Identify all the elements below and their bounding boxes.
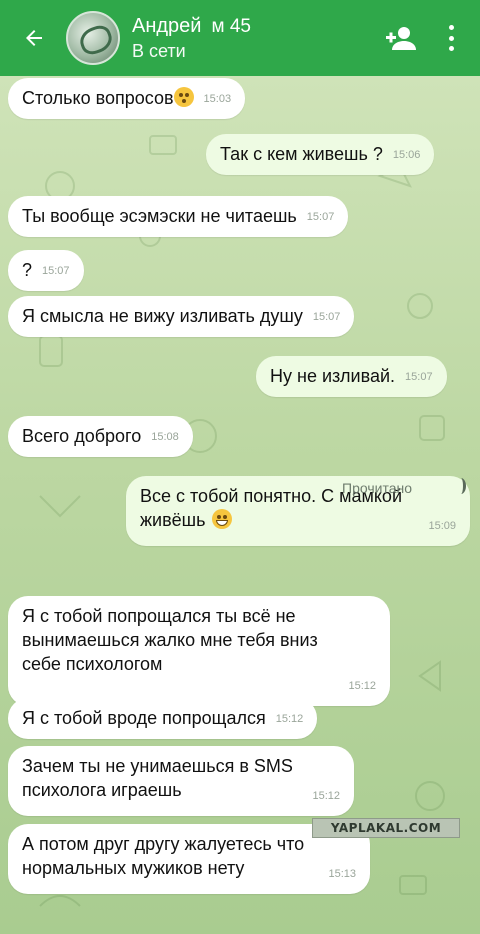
message-incoming[interactable]: Зачем ты не унимаешься в SMS психолога и…	[8, 746, 354, 816]
grinning-face-icon	[211, 509, 232, 529]
message-text: Столько вопросов	[22, 88, 174, 108]
chat-header: Андрей м 45 В сети	[0, 0, 480, 76]
message-incoming[interactable]: Ты вообще эсэмэски не читаешь 15:07	[8, 196, 349, 238]
message-incoming[interactable]: Я с тобой попрощался ты всё не вынимаешь…	[8, 596, 390, 706]
more-vert-icon[interactable]	[446, 25, 456, 51]
message-incoming[interactable]: Столько вопросов 15:03	[8, 78, 246, 120]
message-outgoing[interactable]: Ну не изливай. 15:07	[256, 356, 447, 398]
message-time: 15:09	[428, 520, 456, 532]
message-text: Ну не изливай.	[270, 366, 396, 386]
message-text: Я с тобой попрощался ты всё не вынимаешь…	[22, 606, 318, 674]
message-time: 15:12	[348, 680, 376, 692]
contact-status: В сети	[132, 40, 186, 61]
back-arrow-icon[interactable]	[20, 24, 48, 52]
message-text: Так с кем живешь ?	[220, 144, 383, 164]
message-time: 15:03	[203, 93, 232, 106]
message-time: 15:07	[306, 211, 335, 224]
message-outgoing[interactable]: Все с тобой понятно. С мамкой живёшь 15:0…	[126, 476, 470, 546]
flushed-face-icon	[173, 87, 194, 107]
add-contact-icon[interactable]	[384, 24, 416, 52]
contact-name: Андрей	[132, 14, 202, 37]
message-time: 15:07	[312, 311, 341, 324]
message-text: ?	[22, 260, 33, 280]
watermark: YAPLAKAL.COM	[312, 818, 460, 838]
message-time: 15:07	[405, 371, 433, 384]
message-incoming[interactable]: Я смысла не вижу изливать душу 15:07	[8, 296, 355, 338]
message-time: 15:12	[275, 713, 304, 726]
message-time: 15:06	[392, 149, 421, 162]
message-text: Всего доброго	[22, 426, 142, 446]
message-incoming[interactable]: ? 15:07	[8, 250, 84, 292]
message-time: 15:07	[42, 265, 70, 278]
message-text: Я смысла не вижу изливать душу	[22, 306, 303, 326]
avatar[interactable]	[66, 11, 120, 65]
contact-subtitle: м 45	[211, 15, 251, 37]
contact-title[interactable]: Андрей м 45 В сети	[132, 14, 251, 63]
message-incoming[interactable]: Всего доброго 15:08	[8, 416, 193, 458]
message-text: Ты вообще эсэмэски не читаешь	[22, 206, 297, 226]
message-text: Я с тобой вроде попрощался	[22, 708, 266, 728]
message-outgoing[interactable]: Так с кем живешь ? 15:06	[206, 134, 435, 176]
read-receipt: Прочитано	[342, 480, 412, 496]
message-time: 15:08	[151, 431, 179, 444]
message-incoming[interactable]: Я с тобой вроде попрощался 15:12	[8, 698, 318, 740]
read-status-icon	[456, 478, 466, 494]
